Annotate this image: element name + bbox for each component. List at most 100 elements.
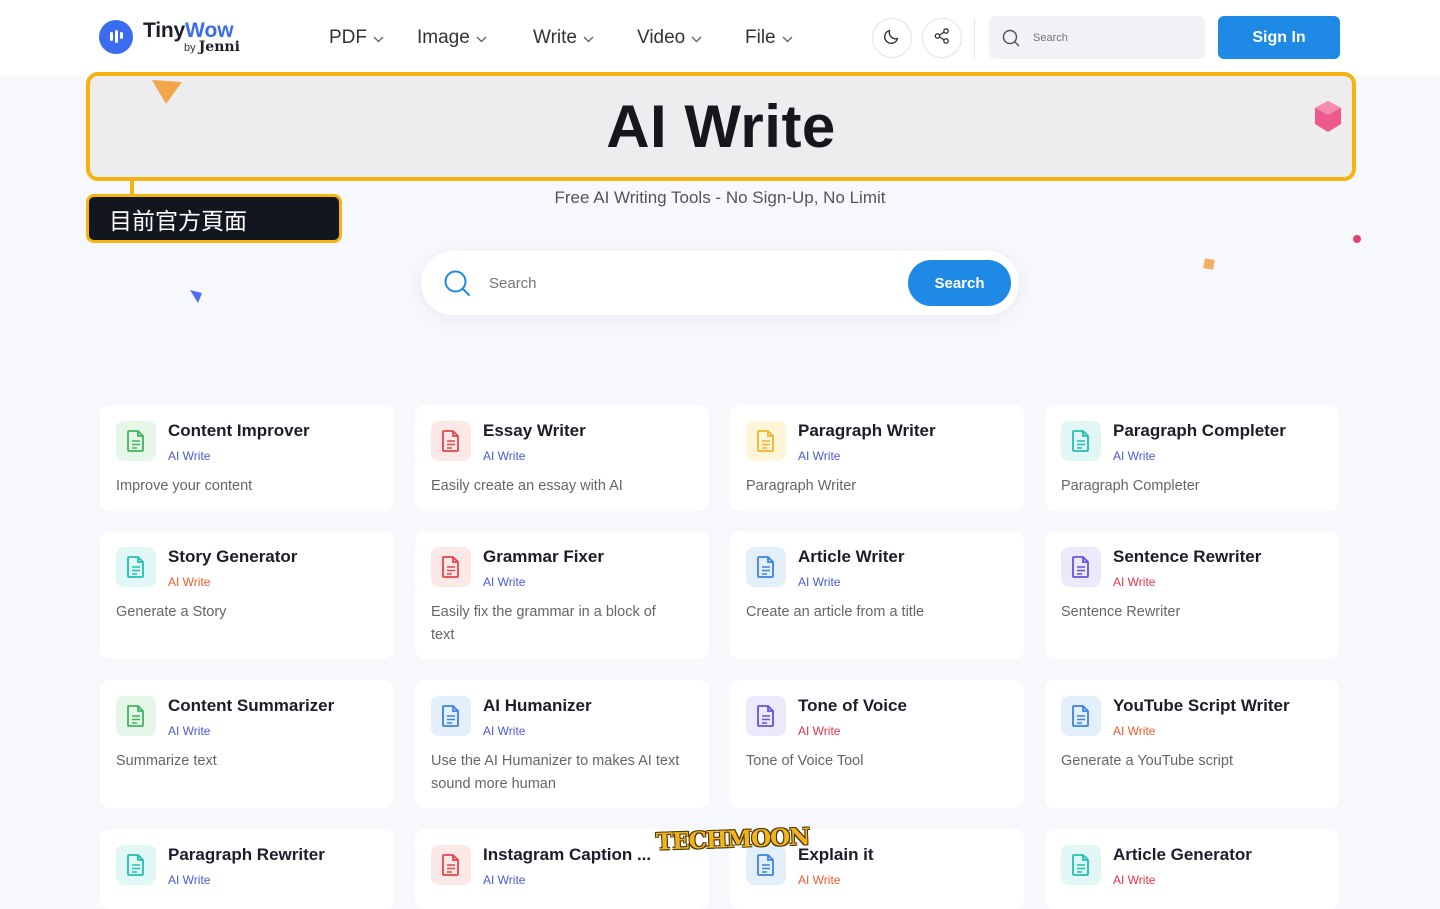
- tool-card[interactable]: AI Humanizer AI Write Use the AI Humanizer…: [415, 680, 709, 808]
- chevron-down-icon: [691, 27, 702, 49]
- tool-card[interactable]: Content Summarizer AI Write Summarize text: [100, 680, 394, 808]
- nav-write[interactable]: Write: [533, 0, 594, 76]
- chevron-down-icon: [782, 27, 793, 49]
- tinywow-logo[interactable]: TinyWow by Jenni: [99, 20, 240, 54]
- tool-category: AI Write: [798, 575, 841, 589]
- document-icon: [116, 845, 156, 885]
- share-icon: [932, 26, 952, 51]
- top-navbar: TinyWow by Jenni PDF Image Write Video F…: [0, 0, 1440, 76]
- tool-category: AI Write: [798, 873, 841, 887]
- decor-square-icon: [1203, 258, 1215, 270]
- tool-card[interactable]: Content Improver AI Write Improve your con…: [100, 405, 394, 511]
- logo-mark-icon: [99, 20, 133, 54]
- sign-in-button[interactable]: Sign In: [1218, 16, 1340, 59]
- tool-card[interactable]: Grammar Fixer AI Write Easily fix the gram…: [415, 531, 709, 659]
- tool-description: Paragraph Writer: [746, 478, 857, 494]
- document-icon: [746, 421, 786, 461]
- tool-card[interactable]: Paragraph Completer AI Write Paragraph Com…: [1045, 405, 1339, 511]
- nav-label: Write: [533, 27, 577, 48]
- document-icon: [746, 696, 786, 736]
- tool-description: Paragraph Completer: [1061, 478, 1200, 494]
- document-icon: [746, 547, 786, 587]
- document-icon: [431, 547, 471, 587]
- decor-cube-icon: [1315, 101, 1341, 132]
- tool-category: AI Write: [168, 873, 211, 887]
- chevron-down-icon: [476, 27, 487, 49]
- header-divider: [974, 18, 975, 58]
- nav-video[interactable]: Video: [637, 0, 702, 76]
- chevron-down-icon: [583, 27, 594, 49]
- tool-title: Sentence Rewriter: [1113, 547, 1262, 566]
- tool-category: AI Write: [1113, 873, 1156, 887]
- logo-brand-a: Tiny: [143, 19, 185, 42]
- moon-icon: [882, 26, 902, 51]
- tool-card[interactable]: YouTube Script Writer AI Write Generate a …: [1045, 680, 1339, 808]
- share-button[interactable]: [922, 18, 962, 58]
- hero-search-bar[interactable]: Search: [421, 251, 1019, 315]
- tool-description: Easily create an essay with AI: [431, 478, 623, 494]
- tool-category: AI Write: [483, 449, 526, 463]
- page-subtitle: Free AI Writing Tools - No Sign-Up, No L…: [554, 188, 886, 207]
- decor-triangle-icon: [152, 80, 182, 104]
- page-title: AI Write: [606, 93, 836, 160]
- nav-pdf[interactable]: PDF: [329, 0, 384, 76]
- tool-category: AI Write: [168, 449, 211, 463]
- logo-by: by: [184, 42, 196, 54]
- tool-category: AI Write: [483, 575, 526, 589]
- document-icon: [1061, 547, 1101, 587]
- nav-label: PDF: [329, 27, 367, 48]
- tool-card[interactable]: Article Generator AI Write: [1045, 829, 1339, 909]
- tool-description: Easily fix the grammar in a block of tex…: [431, 604, 656, 643]
- tool-card[interactable]: Paragraph Writer AI Write Paragraph Writer: [730, 405, 1024, 511]
- document-icon: [116, 421, 156, 461]
- document-icon: [1061, 421, 1101, 461]
- tool-title: Article Writer: [798, 547, 905, 566]
- tool-card[interactable]: Story Generator AI Write Generate a Story: [100, 531, 394, 659]
- tool-category: AI Write: [1113, 575, 1156, 589]
- tool-card[interactable]: Essay Writer AI Write Easily create an ess…: [415, 405, 709, 511]
- nav-image[interactable]: Image: [417, 0, 487, 76]
- document-icon: [431, 421, 471, 461]
- tool-card[interactable]: Sentence Rewriter AI Write Sentence Rewrit…: [1045, 531, 1339, 659]
- tool-title: Instagram Caption ...: [483, 845, 652, 864]
- tool-category: AI Write: [483, 724, 526, 738]
- header-search[interactable]: [989, 16, 1205, 59]
- tool-title: Article Generator: [1113, 845, 1252, 864]
- dark-mode-toggle[interactable]: [872, 18, 912, 58]
- chevron-down-icon: [373, 27, 384, 49]
- header-search-input[interactable]: [1031, 30, 1185, 45]
- tool-title: Content Summarizer: [168, 696, 335, 715]
- nav-label: File: [745, 27, 776, 48]
- hero-search-button[interactable]: Search: [908, 260, 1011, 306]
- tool-title: Paragraph Rewriter: [168, 845, 325, 864]
- tool-title: Grammar Fixer: [483, 547, 604, 566]
- decor-dot-icon: [1353, 235, 1361, 243]
- decor-arrow-icon: [190, 290, 202, 303]
- tool-title: YouTube Script Writer: [1113, 696, 1290, 715]
- tool-card[interactable]: Article Writer AI Write Create an article …: [730, 531, 1024, 659]
- tool-description: Create an article from a title: [746, 604, 925, 620]
- tool-description: Improve your content: [116, 478, 253, 494]
- tool-card[interactable]: Tone of Voice AI Write Tone of Voice Tool: [730, 680, 1024, 808]
- hero-search-input[interactable]: [487, 273, 891, 293]
- document-icon: [431, 696, 471, 736]
- hero-title-box: AI Write: [86, 72, 1356, 181]
- tool-description: Summarize text: [116, 753, 217, 769]
- tool-title: Essay Writer: [483, 421, 586, 440]
- search-icon: [1001, 28, 1021, 48]
- tool-category: AI Write: [1113, 449, 1156, 463]
- tool-description: Generate a YouTube script: [1061, 753, 1233, 769]
- nav-label: Image: [417, 27, 470, 48]
- tool-title: Story Generator: [168, 547, 298, 566]
- tool-description: Generate a Story: [116, 604, 227, 620]
- tool-category: AI Write: [168, 724, 211, 738]
- tool-category: AI Write: [168, 575, 211, 589]
- document-icon: [1061, 696, 1101, 736]
- tool-category: AI Write: [483, 873, 526, 887]
- document-icon: [116, 696, 156, 736]
- search-icon: [443, 269, 471, 297]
- tool-description: Tone of Voice Tool: [746, 753, 864, 769]
- tool-card[interactable]: Paragraph Rewriter AI Write: [100, 829, 394, 909]
- document-icon: [1061, 845, 1101, 885]
- nav-file[interactable]: File: [745, 0, 793, 76]
